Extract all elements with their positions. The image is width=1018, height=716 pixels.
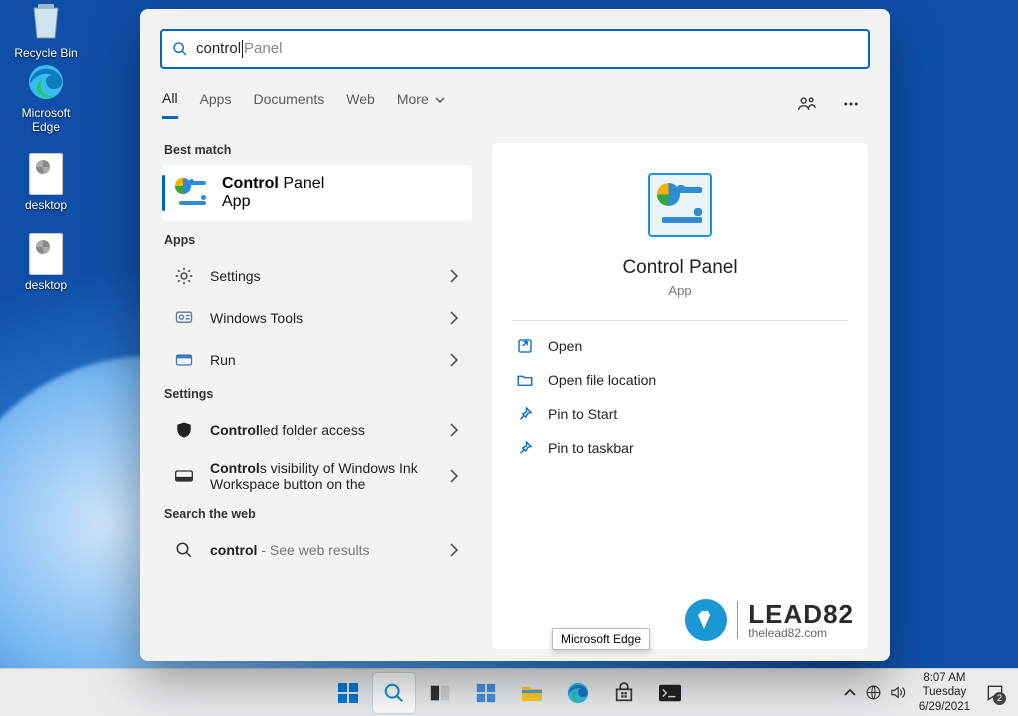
search-options-button[interactable] <box>834 87 868 121</box>
run-icon <box>172 348 196 372</box>
chevron-down-icon <box>435 95 445 105</box>
watermark: LEAD82 thelead82.com <box>685 599 854 641</box>
desktop-icon-label: desktop <box>6 278 86 292</box>
result-app-windows-tools[interactable]: Windows Tools <box>162 297 472 339</box>
search-icon <box>172 41 188 57</box>
text-caret <box>242 40 243 58</box>
widgets-button[interactable] <box>465 673 507 713</box>
taskbar-app-terminal[interactable] <box>649 673 691 713</box>
control-panel-icon <box>648 173 712 237</box>
section-header-settings: Settings <box>164 387 472 401</box>
file-explorer-icon <box>520 683 544 703</box>
chevron-right-icon <box>446 422 462 438</box>
tab-web[interactable]: Web <box>346 91 375 117</box>
result-web-search[interactable]: control - See web results <box>162 529 472 571</box>
pin-icon <box>516 405 534 423</box>
chevron-right-icon <box>446 542 462 558</box>
preview-title: Control Panel <box>622 257 737 279</box>
store-icon <box>613 682 635 704</box>
widgets-icon <box>475 682 497 704</box>
recycle-bin-icon <box>24 0 68 44</box>
edge-icon <box>24 60 68 104</box>
chevron-right-icon <box>446 310 462 326</box>
taskbar-app-edge[interactable] <box>557 673 599 713</box>
tray-volume-button[interactable] <box>887 673 909 713</box>
tools-icon <box>172 306 196 330</box>
action-open-file-location[interactable]: Open file location <box>512 363 848 397</box>
result-setting-ink-workspace[interactable]: Controls visibility of Windows Ink Works… <box>162 451 472 501</box>
taskbar-search-button[interactable] <box>373 673 415 713</box>
tab-apps[interactable]: Apps <box>200 91 232 117</box>
taskbar-tooltip: Microsoft Edge <box>552 628 650 650</box>
chevron-right-icon <box>446 268 462 284</box>
people-icon <box>797 94 817 114</box>
action-open[interactable]: Open <box>512 329 848 363</box>
start-button[interactable] <box>327 673 369 713</box>
chevron-right-icon <box>446 468 462 484</box>
taskbar-icon <box>172 464 196 488</box>
search-typed-text: control <box>196 40 241 58</box>
desktop-icon-file[interactable]: desktop <box>6 152 86 212</box>
speaker-icon <box>889 684 906 701</box>
folder-icon <box>516 371 534 389</box>
taskbar: 8:07 AM Tuesday 6/29/2021 2 <box>0 668 1018 716</box>
notification-badge: 2 <box>993 692 1006 705</box>
tray-network-button[interactable] <box>863 673 885 713</box>
search-input[interactable]: control Panel <box>160 29 870 69</box>
chevron-up-icon <box>843 686 857 700</box>
file-icon <box>24 232 68 276</box>
file-icon <box>24 152 68 196</box>
search-icon <box>383 682 405 704</box>
chevron-right-icon <box>446 352 462 368</box>
shield-icon <box>172 418 196 442</box>
section-header-web: Search the web <box>164 507 472 521</box>
notification-center-button[interactable]: 2 <box>980 673 1010 713</box>
tab-documents[interactable]: Documents <box>253 91 324 117</box>
windows-logo-icon <box>336 681 360 705</box>
task-view-icon <box>429 683 451 703</box>
result-app-settings[interactable]: Settings <box>162 255 472 297</box>
action-pin-to-start[interactable]: Pin to Start <box>512 397 848 431</box>
taskbar-app-explorer[interactable] <box>511 673 553 713</box>
desktop-icon-edge[interactable]: Microsoft Edge <box>6 60 86 134</box>
desktop-icon-recycle-bin[interactable]: Recycle Bin <box>6 0 86 60</box>
open-icon <box>516 337 534 355</box>
tab-all[interactable]: All <box>162 90 178 119</box>
tab-more[interactable]: More <box>397 91 445 117</box>
search-autocomplete-suggestion: Panel <box>244 40 282 58</box>
desktop-icon-file[interactable]: desktop <box>6 232 86 292</box>
pin-icon <box>516 439 534 457</box>
divider <box>512 320 848 321</box>
preview-pane: Control Panel App Open Open file locatio… <box>492 143 868 649</box>
result-best-match[interactable]: Control Panel App <box>162 165 472 221</box>
preview-subtitle: App <box>668 283 691 298</box>
search-org-button[interactable] <box>790 87 824 121</box>
edge-icon <box>566 681 590 705</box>
section-header-best-match: Best match <box>164 143 472 157</box>
search-results-list: Best match Control Panel App Apps Settin… <box>140 121 480 661</box>
gear-icon <box>172 264 196 288</box>
desktop-icon-label: Recycle Bin <box>6 46 86 60</box>
task-view-button[interactable] <box>419 673 461 713</box>
search-icon <box>172 538 196 562</box>
start-search-flyout: control Panel All Apps Documents Web Mor… <box>140 9 890 661</box>
desktop-icon-label: desktop <box>6 198 86 212</box>
terminal-icon <box>659 684 681 702</box>
control-panel-icon <box>174 176 208 210</box>
desktop-icon-label: Microsoft Edge <box>6 106 86 134</box>
taskbar-clock[interactable]: 8:07 AM Tuesday 6/29/2021 <box>911 671 978 714</box>
search-filter-tabs: All Apps Documents Web More <box>140 77 890 121</box>
watermark-logo-icon <box>685 599 727 641</box>
action-pin-to-taskbar[interactable]: Pin to taskbar <box>512 431 848 465</box>
result-setting-folder-access[interactable]: Controlled folder access <box>162 409 472 451</box>
ellipsis-icon <box>842 95 860 113</box>
tray-overflow-button[interactable] <box>839 673 861 713</box>
result-app-run[interactable]: Run <box>162 339 472 381</box>
section-header-apps: Apps <box>164 233 472 247</box>
globe-icon <box>865 684 882 701</box>
taskbar-app-store[interactable] <box>603 673 645 713</box>
